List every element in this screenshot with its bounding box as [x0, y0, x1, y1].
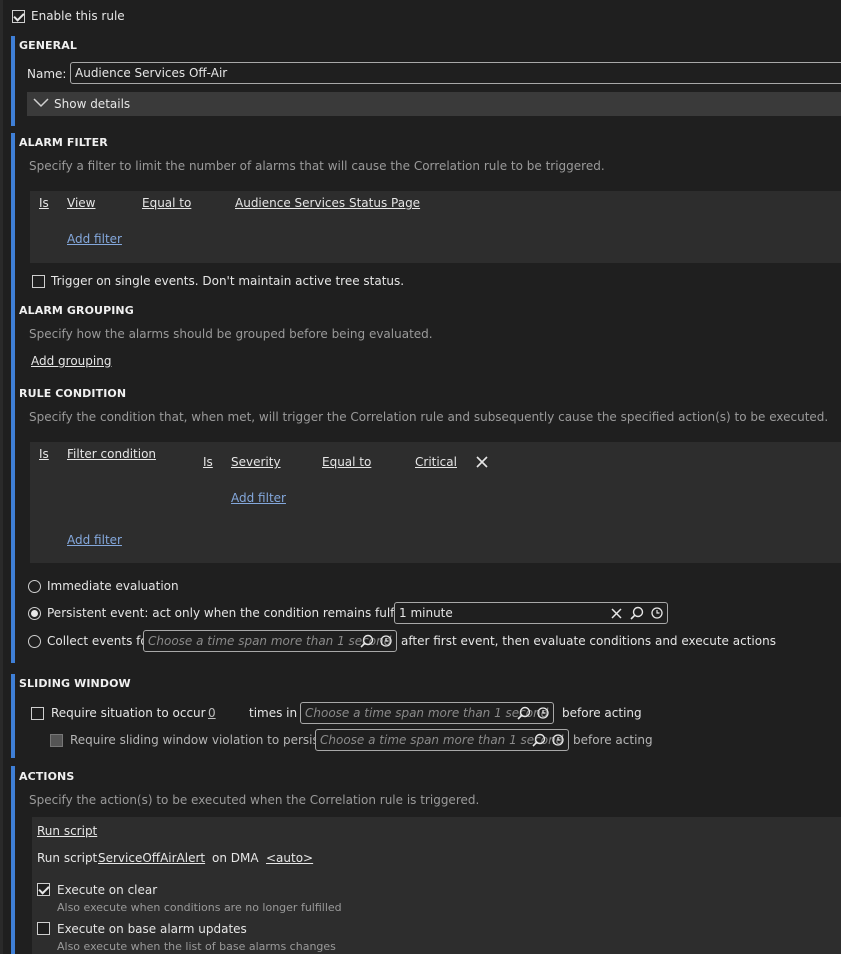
clock-icon[interactable] [651, 607, 663, 619]
alarm-filter-description: Specify a filter to limit the number of … [29, 159, 605, 173]
actions-section: ACTIONS Specify the action(s) to be exec… [11, 766, 841, 954]
general-accent [11, 36, 15, 126]
search-icon[interactable] [360, 634, 374, 648]
outer-field[interactable]: Filter condition [67, 447, 156, 461]
immediate-label: Immediate evaluation [47, 579, 179, 593]
actions-description: Specify the action(s) to be executed whe… [29, 793, 480, 807]
on-dma-label: on DMA [212, 851, 259, 865]
enable-rule-checkbox[interactable] [12, 10, 25, 23]
enable-rule-label: Enable this rule [31, 9, 125, 23]
rule-condition-heading: RULE CONDITION [19, 387, 127, 400]
require-situation-label: Require situation to occur [51, 706, 206, 720]
violation-timespan-input[interactable]: Choose a time span more than 1 second [315, 729, 569, 751]
sliding-accent [11, 674, 15, 758]
add-filter-link[interactable]: Add filter [67, 232, 122, 246]
execute-on-base-label: Execute on base alarm updates [57, 922, 247, 936]
inner-comparator[interactable]: Equal to [322, 455, 371, 469]
clock-icon[interactable] [537, 707, 549, 719]
inner-add-filter-link[interactable]: Add filter [231, 491, 286, 505]
inner-value[interactable]: Critical [415, 455, 457, 469]
times-in-label: times in [249, 706, 298, 720]
clear-icon[interactable] [611, 608, 622, 619]
show-details-toggle[interactable]: Show details [27, 92, 841, 116]
alarm-grouping-description: Specify how the alarms should be grouped… [29, 327, 433, 341]
close-icon[interactable] [476, 456, 488, 468]
inner-field[interactable]: Severity [231, 455, 281, 469]
name-input[interactable]: Audience Services Off-Air [70, 62, 841, 84]
sliding-window-heading: SLIDING WINDOW [19, 677, 131, 690]
collect-label: Collect events for [47, 634, 153, 648]
persistent-timespan-value: 1 minute [399, 606, 453, 620]
search-icon[interactable] [517, 706, 531, 720]
collect-suffix: after first event, then evaluate conditi… [401, 634, 776, 648]
show-details-label: Show details [54, 97, 131, 111]
rule-condition-panel: Is Filter condition Is Severity Equal to… [30, 442, 841, 563]
run-script-label: Run script [37, 851, 98, 865]
collect-timespan-placeholder: Choose a time span more than 1 second [148, 634, 392, 648]
search-icon[interactable] [630, 606, 644, 620]
filter-op[interactable]: Is [39, 196, 49, 210]
run-script-link[interactable]: Run script [37, 824, 97, 838]
immediate-radio[interactable] [28, 580, 41, 593]
action-panel: Run script Run script ServiceOffAirAlert… [32, 817, 841, 954]
collect-radio[interactable] [28, 635, 41, 648]
rule-condition-description: Specify the condition that, when met, wi… [29, 410, 829, 424]
collect-timespan-input[interactable]: Choose a time span more than 1 second [143, 630, 397, 652]
sliding-window-section: SLIDING WINDOW Require situation to occu… [11, 674, 841, 758]
execute-on-clear-label: Execute on clear [57, 883, 158, 897]
require-situation-checkbox[interactable] [31, 707, 44, 720]
violation-suffix: before acting [573, 733, 653, 747]
trigger-single-checkbox[interactable] [32, 275, 45, 288]
alarm-accent [11, 133, 15, 663]
add-grouping-link[interactable]: Add grouping [31, 354, 111, 368]
execute-on-clear-sub: Also execute when conditions are no long… [57, 901, 342, 914]
script-name-link[interactable]: ServiceOffAirAlert [98, 851, 205, 865]
before-acting-label: before acting [562, 706, 642, 720]
persistent-radio[interactable] [28, 607, 41, 620]
inner-op[interactable]: Is [203, 455, 213, 469]
chevron-down-icon [33, 98, 49, 108]
outer-add-filter-link[interactable]: Add filter [67, 533, 122, 547]
alarm-section: ALARM FILTER Specify a filter to limit t… [11, 133, 841, 663]
filter-field[interactable]: View [67, 196, 95, 210]
actions-accent [11, 766, 15, 954]
execute-on-base-checkbox[interactable] [37, 922, 50, 935]
filter-comparator[interactable]: Equal to [142, 196, 191, 210]
search-icon[interactable] [532, 733, 546, 747]
left-edge [0, 0, 3, 954]
clock-icon[interactable] [552, 734, 564, 746]
occurrence-count[interactable]: 0 [208, 706, 216, 720]
persistent-timespan-input[interactable]: 1 minute [394, 602, 668, 624]
clock-icon[interactable] [380, 635, 392, 647]
general-section: GENERAL Name: Audience Services Off-Air … [11, 36, 841, 126]
dma-value-link[interactable]: <auto> [266, 851, 313, 865]
trigger-single-label: Trigger on single events. Don't maintain… [51, 274, 405, 288]
outer-op[interactable]: Is [39, 447, 49, 461]
violation-timespan-placeholder: Choose a time span more than 1 second [320, 733, 564, 747]
general-heading: GENERAL [19, 39, 77, 52]
violation-label: Require sliding window violation to pers… [70, 733, 344, 747]
persistent-label: Persistent event: act only when the cond… [47, 606, 440, 620]
execute-on-clear-checkbox[interactable] [37, 883, 50, 896]
filter-value[interactable]: Audience Services Status Page [235, 196, 420, 210]
execute-on-base-sub: Also execute when the list of base alarm… [57, 940, 336, 953]
name-label: Name: [27, 67, 67, 81]
sliding-timespan-placeholder: Choose a time span more than 1 second [305, 706, 549, 720]
alarm-grouping-heading: ALARM GROUPING [19, 304, 134, 317]
alarm-filter-heading: ALARM FILTER [19, 136, 108, 149]
actions-heading: ACTIONS [19, 770, 75, 783]
sliding-timespan-input[interactable]: Choose a time span more than 1 second [300, 702, 554, 724]
alarm-filter-panel: Is View Equal to Audience Services Statu… [30, 191, 841, 263]
violation-checkbox[interactable] [50, 734, 63, 747]
